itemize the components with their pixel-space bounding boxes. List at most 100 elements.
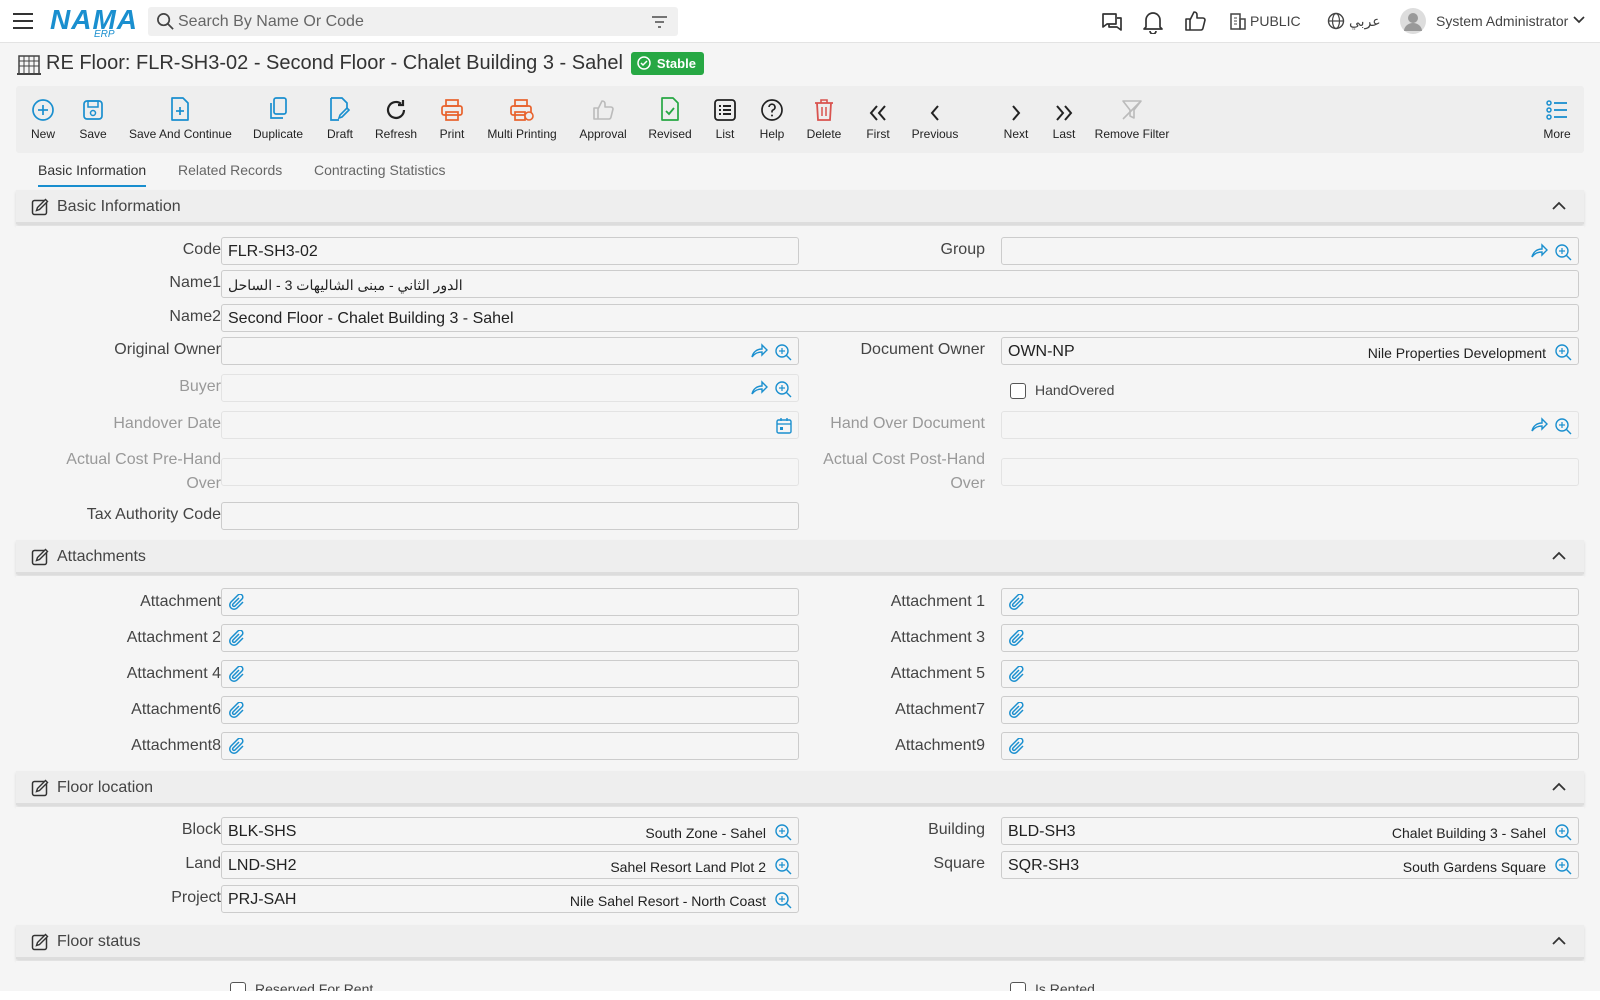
search-input[interactable] (178, 11, 628, 32)
previous-button[interactable]: Previous (911, 94, 959, 141)
tab-contracting-statistics[interactable]: Contracting Statistics (314, 162, 446, 178)
next-button[interactable]: Next (1002, 94, 1030, 141)
check-circle-icon (637, 56, 651, 70)
paperclip-icon[interactable] (228, 738, 246, 756)
lookup-search-icon[interactable] (1554, 823, 1572, 841)
new-button[interactable]: New (29, 94, 57, 141)
revised-button[interactable]: Revised (648, 94, 692, 141)
attachment-1-field[interactable] (1001, 588, 1579, 616)
is-rented-checkbox[interactable] (1010, 982, 1026, 991)
first-button[interactable]: First (863, 94, 893, 141)
refresh-button[interactable]: Refresh (374, 94, 418, 141)
thumbs-up-icon[interactable] (1184, 10, 1206, 32)
attachment-7-field[interactable] (1001, 696, 1579, 724)
handovered-checkbox[interactable] (1010, 383, 1026, 399)
share-icon[interactable] (750, 343, 768, 359)
paperclip-icon[interactable] (228, 702, 246, 720)
paperclip-icon[interactable] (1008, 630, 1026, 648)
remove-filter-button[interactable]: Remove Filter (1094, 94, 1170, 141)
more-button[interactable]: More (1542, 94, 1572, 141)
lookup-search-icon[interactable] (1554, 417, 1572, 435)
save-button[interactable]: Save (78, 94, 108, 141)
attachment-5-field[interactable] (1001, 660, 1579, 688)
code-field[interactable]: FLR-SH3-02 (221, 237, 799, 265)
attachment-4-field[interactable] (221, 660, 799, 688)
attachment-6-label: Attachment6 (131, 701, 221, 718)
tax-authority-code-field[interactable] (221, 502, 799, 530)
share-icon[interactable] (1530, 417, 1548, 433)
original-owner-field[interactable] (221, 337, 799, 365)
floor-status-header[interactable]: Floor status (16, 925, 1584, 959)
chat-icon[interactable] (1100, 10, 1124, 34)
project-field[interactable]: PRJ-SAH Nile Sahel Resort - North Coast (221, 885, 799, 913)
help-button[interactable]: Help (758, 94, 786, 141)
duplicate-button[interactable]: Duplicate (253, 94, 303, 141)
avatar[interactable] (1400, 8, 1426, 34)
attachment-9-field[interactable] (1001, 732, 1579, 760)
document-owner-field[interactable]: OWN-NP Nile Properties Development (1001, 337, 1579, 365)
square-field[interactable]: SQR-SH3 South Gardens Square (1001, 851, 1579, 879)
lookup-search-icon[interactable] (1554, 243, 1572, 261)
attachment-8-field[interactable] (221, 732, 799, 760)
floor-location-header[interactable]: Floor location (16, 771, 1584, 805)
lookup-search-icon[interactable] (1554, 343, 1572, 361)
list-button[interactable]: List (712, 94, 738, 141)
building-field[interactable]: BLD-SH3 Chalet Building 3 - Sahel (1001, 817, 1579, 845)
block-field[interactable]: BLK-SHS South Zone - Sahel (221, 817, 799, 845)
tab-related-records[interactable]: Related Records (178, 162, 282, 178)
name2-field[interactable]: Second Floor - Chalet Building 3 - Sahel (221, 304, 1579, 332)
chevron-up-icon[interactable] (1552, 782, 1566, 791)
print-button[interactable]: Print (438, 94, 466, 141)
lookup-search-icon[interactable] (774, 380, 792, 398)
branch-selector[interactable]: PUBLIC (1250, 13, 1301, 29)
save-icon (83, 100, 103, 120)
attachment-3-field[interactable] (1001, 624, 1579, 652)
paperclip-icon[interactable] (1008, 738, 1026, 756)
last-button[interactable]: Last (1050, 94, 1078, 141)
share-icon[interactable] (1530, 243, 1548, 259)
chevron-up-icon[interactable] (1552, 201, 1566, 210)
paperclip-icon[interactable] (228, 666, 246, 684)
hand-over-document-field[interactable] (1001, 411, 1579, 439)
reserved-for-rent-checkbox[interactable] (230, 982, 246, 991)
buyer-field[interactable] (221, 374, 799, 402)
multi-printing-button[interactable]: Multi Printing (487, 94, 557, 141)
tax-authority-code-label: Tax Authority Code (86, 506, 221, 523)
user-name[interactable]: System Administrator (1436, 13, 1568, 29)
draft-button[interactable]: Draft (326, 94, 354, 141)
bell-icon[interactable] (1142, 10, 1164, 34)
group-field[interactable] (1001, 237, 1579, 265)
globe-icon[interactable] (1327, 12, 1345, 30)
actual-cost-pre-handover-field[interactable] (221, 458, 799, 486)
attachments-header[interactable]: Attachments (16, 540, 1584, 574)
language-switch[interactable]: عربي (1349, 13, 1381, 30)
paperclip-icon[interactable] (1008, 666, 1026, 684)
actual-cost-post-handover-field[interactable] (1001, 458, 1579, 486)
filter-icon[interactable] (651, 15, 668, 29)
basic-information-header[interactable]: Basic Information (16, 190, 1584, 224)
menu-icon[interactable] (13, 13, 33, 29)
attachment-field[interactable] (221, 588, 799, 616)
handover-date-field[interactable] (221, 411, 799, 439)
share-icon[interactable] (750, 380, 768, 396)
buyer-label: Buyer (179, 378, 221, 395)
paperclip-icon[interactable] (1008, 702, 1026, 720)
chevron-down-icon[interactable] (1573, 16, 1585, 24)
lookup-search-icon[interactable] (1554, 857, 1572, 875)
approval-button[interactable]: Approval (578, 94, 628, 141)
logo[interactable]: NAMA ERP (50, 4, 138, 40)
attachment-2-field[interactable] (221, 624, 799, 652)
paperclip-icon[interactable] (228, 594, 246, 612)
paperclip-icon[interactable] (228, 630, 246, 648)
paperclip-icon[interactable] (1008, 594, 1026, 612)
status-badge: Stable (630, 51, 704, 75)
name1-field[interactable]: الدور الثاني - مبنى الشاليهات 3 - الساحل (221, 270, 1579, 298)
tab-basic-information[interactable]: Basic Information (38, 162, 147, 187)
delete-button[interactable]: Delete (805, 94, 843, 141)
chevron-up-icon[interactable] (1552, 936, 1566, 945)
attachment-6-field[interactable] (221, 696, 799, 724)
save-and-continue-button[interactable]: Save And Continue (129, 94, 232, 141)
chevron-up-icon[interactable] (1552, 551, 1566, 560)
land-field[interactable]: LND-SH2 Sahel Resort Land Plot 2 (221, 851, 799, 879)
lookup-search-icon[interactable] (774, 891, 792, 909)
